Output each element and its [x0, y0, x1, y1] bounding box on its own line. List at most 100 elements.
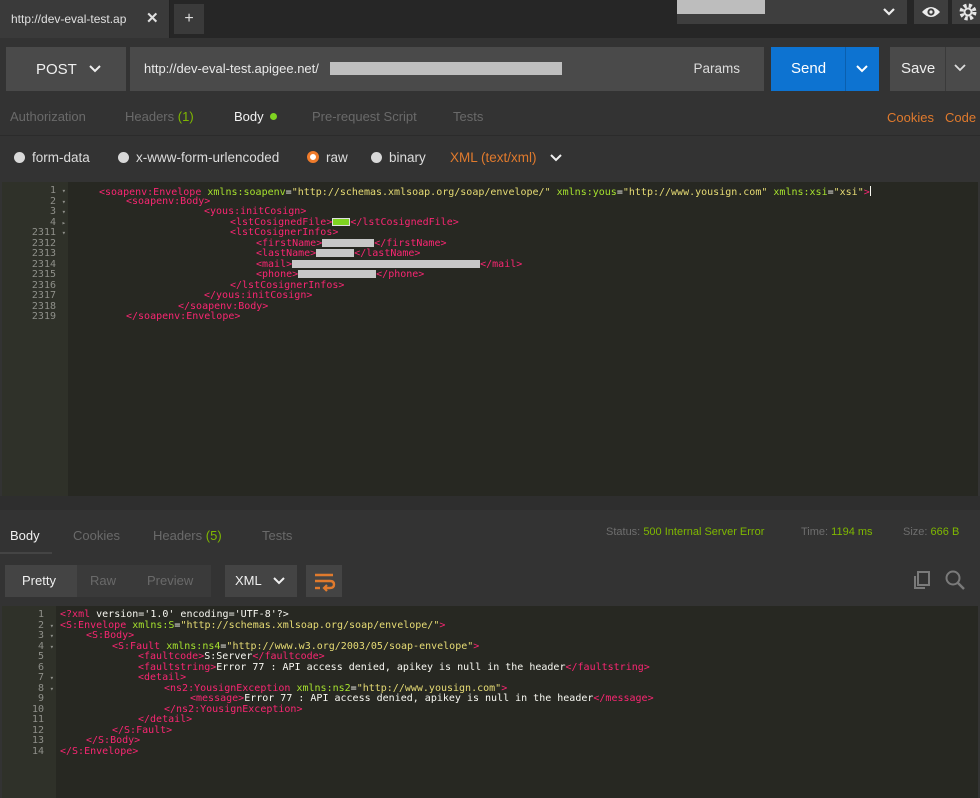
- request-tab-title: http://dev-eval-test.ap: [11, 12, 127, 26]
- radio-form-data[interactable]: form-data: [14, 150, 90, 165]
- line-number: 2317: [31, 290, 56, 301]
- code-link[interactable]: Code: [945, 110, 976, 125]
- code-line-2319: </soapenv:Envelope>: [126, 311, 241, 322]
- line-number: 2311: [31, 227, 56, 238]
- resp-line-6: <faultstring>Error 77 : API access denie…: [138, 661, 650, 673]
- fold-toggle-icon[interactable]: ▾: [50, 631, 54, 642]
- tab-response-cookies[interactable]: Cookies: [73, 528, 120, 543]
- radio-circle-selected: [307, 151, 319, 163]
- chevron-down-icon[interactable]: [548, 150, 564, 166]
- status-value: 500 Internal Server Error: [643, 526, 765, 538]
- chevron-down-icon[interactable]: [952, 60, 968, 76]
- view-preview[interactable]: Preview: [147, 573, 193, 588]
- fold-toggle-icon[interactable]: ▾: [50, 621, 54, 632]
- search-icon[interactable]: [944, 569, 966, 591]
- line-number: 2319: [31, 311, 56, 322]
- view-pretty[interactable]: Pretty: [22, 573, 56, 588]
- tab-body[interactable]: Body: [234, 109, 277, 124]
- time-value: 1194 ms: [831, 526, 873, 538]
- save-label: Save: [901, 60, 936, 77]
- view-mode-segmented: Pretty Raw Preview: [5, 565, 211, 597]
- response-editor-gutter: 1 2 ▾ 3 ▾ 4 ▾ 5 6 7 ▾ 8 ▾ 9 10 11 12 13 14: [2, 606, 56, 798]
- fold-toggle-icon[interactable]: ▾: [62, 186, 66, 197]
- tab-body-label: Body: [234, 109, 264, 124]
- resp-line-13: </S:Body>: [86, 735, 141, 746]
- fold-toggle-icon[interactable]: ▾: [50, 642, 54, 653]
- line-number: 14: [31, 745, 44, 757]
- redacted-value: [292, 259, 481, 268]
- environment-select[interactable]: [677, 0, 907, 24]
- radio-binary-label: binary: [389, 150, 426, 165]
- tab-response-tests[interactable]: Tests: [262, 528, 292, 543]
- radio-urlencoded[interactable]: x-www-form-urlencoded: [118, 150, 279, 165]
- response-tabs: Body Cookies Headers (5) Tests Status: 5…: [0, 510, 980, 554]
- tab-tests[interactable]: Tests: [453, 109, 483, 124]
- fold-toggle-icon[interactable]: ▾: [50, 684, 54, 695]
- fold-toggle-icon[interactable]: ▸: [62, 218, 66, 229]
- content-type-select[interactable]: XML (text/xml): [450, 150, 537, 165]
- line-number: 2315: [31, 269, 56, 280]
- chevron-down-icon: [883, 8, 895, 16]
- copy-icon[interactable]: [912, 570, 932, 590]
- line-number: 11: [31, 714, 44, 725]
- method-label: POST: [36, 61, 77, 78]
- send-label: Send: [791, 60, 827, 77]
- cookies-link[interactable]: Cookies: [887, 110, 934, 125]
- line-number: 3: [49, 206, 56, 217]
- settings-button[interactable]: [952, 0, 980, 24]
- save-button[interactable]: Save: [890, 47, 980, 91]
- resp-line-11: </detail>: [138, 714, 193, 725]
- pane-divider[interactable]: [0, 496, 980, 510]
- send-divider: [845, 47, 846, 91]
- chevron-down-icon: [89, 65, 101, 73]
- line-number: 5: [37, 651, 44, 662]
- line-number: 13: [31, 735, 44, 746]
- close-tab-icon[interactable]: ✕: [146, 9, 159, 27]
- view-raw[interactable]: Raw: [90, 573, 116, 588]
- request-url-bar: POST http://dev-eval-test.apigee.net/ Pa…: [0, 38, 980, 100]
- tab-response-body[interactable]: Body: [10, 528, 40, 543]
- fold-toggle-icon[interactable]: ▾: [62, 228, 66, 239]
- tab-prerequest-script[interactable]: Pre-request Script: [312, 109, 417, 124]
- response-body-viewer[interactable]: 1 2 ▾ 3 ▾ 4 ▾ 5 6 7 ▾ 8 ▾ 9 10 11 12 13 14 <?xml version='…: [2, 606, 978, 798]
- radio-binary[interactable]: binary: [371, 150, 426, 165]
- tab-response-headers-label: Headers: [153, 528, 203, 543]
- request-tab[interactable]: http://dev-eval-test.ap ✕: [0, 0, 170, 38]
- radio-circle: [118, 152, 129, 163]
- fold-toggle-icon[interactable]: ▾: [50, 673, 54, 684]
- chevron-down-icon[interactable]: [853, 60, 871, 78]
- body-modified-dot: [269, 113, 277, 120]
- gear-icon: [959, 3, 977, 21]
- fold-toggle-icon[interactable]: ▾: [62, 197, 66, 208]
- params-button[interactable]: Params: [693, 61, 740, 76]
- new-tab-button[interactable]: +: [174, 4, 204, 34]
- size-readout: Size: 666 B: [903, 526, 960, 538]
- save-divider: [945, 47, 946, 91]
- size-value: 666 B: [930, 526, 960, 538]
- send-button[interactable]: Send: [771, 47, 879, 91]
- tab-bar: http://dev-eval-test.ap ✕ +: [0, 0, 980, 38]
- response-toolbar: Pretty Raw Preview XML: [0, 554, 980, 606]
- request-body-editor[interactable]: 1 ▾ 2 ▾ 3 ▾ 4 ▸ 2311 ▾ 2312 2313 2314 2315 2316 2317 231…: [2, 182, 978, 496]
- tab-response-headers[interactable]: Headers (5): [153, 528, 222, 543]
- fold-toggle-icon[interactable]: ▾: [62, 207, 66, 218]
- code-line-2315: <phone> </phone>: [256, 269, 425, 280]
- headers-count: (1): [177, 109, 194, 124]
- environment-name-redacted: [677, 0, 765, 14]
- url-input[interactable]: http://dev-eval-test.apigee.net/ Params: [130, 47, 764, 91]
- tab-headers[interactable]: Headers (1): [125, 109, 194, 124]
- tab-authorization[interactable]: Authorization: [10, 109, 86, 124]
- wrap-lines-button[interactable]: [306, 565, 342, 597]
- method-select[interactable]: POST: [6, 47, 126, 91]
- status-readout: Status: 500 Internal Server Error: [606, 526, 765, 538]
- line-number: 7: [37, 672, 44, 683]
- radio-raw-label: raw: [326, 150, 348, 165]
- response-format-select[interactable]: XML: [225, 565, 297, 597]
- code-line-1: <soapenv:Envelope xmlns:soapenv="http://…: [99, 186, 871, 198]
- environment-quick-look-button[interactable]: [914, 0, 948, 24]
- folded-content-marker[interactable]: [332, 217, 351, 226]
- tab-headers-label: Headers: [125, 109, 175, 124]
- radio-raw[interactable]: raw: [307, 150, 348, 165]
- code-line-2317: </yous:initCosign>: [204, 290, 313, 301]
- radio-circle: [14, 152, 25, 163]
